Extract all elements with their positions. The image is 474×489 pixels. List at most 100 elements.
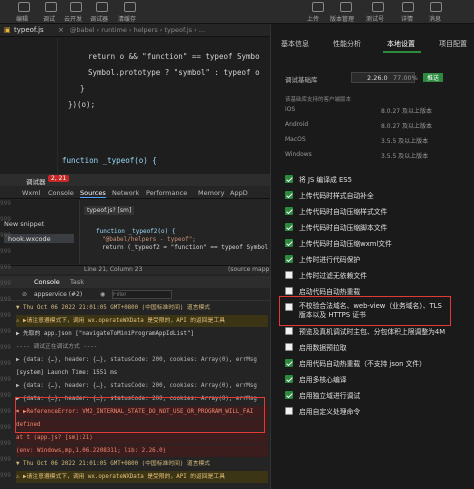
push-button[interactable]: 推送 (423, 73, 444, 82)
tab-project-config[interactable]: 项目配置 (439, 39, 467, 49)
tab-network[interactable]: Network (112, 189, 139, 197)
upload-icon[interactable] (312, 2, 324, 12)
option-checkbox[interactable] (285, 271, 293, 279)
version-icon[interactable] (340, 2, 352, 12)
option-checkbox[interactable] (285, 191, 293, 199)
option-checkbox[interactable] (285, 391, 293, 399)
test-icon[interactable] (372, 2, 384, 12)
option-label[interactable]: 启动代码自动热重载 (299, 286, 360, 296)
eye-icon[interactable]: ◉ (100, 291, 105, 298)
option-checkbox[interactable] (285, 239, 293, 247)
tab-performance-analysis[interactable]: 性能分析 (333, 39, 361, 49)
gutter-number: 999 (0, 456, 11, 463)
option-checkbox[interactable] (285, 359, 293, 367)
gutter-number: 999 (0, 440, 11, 447)
option-label[interactable]: 上传代码时自动压缩样式文件 (299, 206, 387, 216)
option-label[interactable]: 上传时进行代码保护 (299, 254, 360, 264)
filter-input[interactable] (112, 290, 172, 299)
tab-performance[interactable]: Performance (146, 189, 187, 197)
platform-name: Windows (285, 151, 312, 158)
tab-basic-info[interactable]: 基本信息 (281, 39, 309, 49)
option-checkbox[interactable] (285, 343, 293, 351)
option-label[interactable]: 将 JS 编译成 ES5 (299, 174, 352, 184)
toolbar-edit-label[interactable]: 编辑 (16, 14, 28, 23)
tab-memory[interactable]: Memory (198, 189, 224, 197)
toolbar-details-label[interactable]: 详情 (401, 14, 413, 23)
toolbar-debugger-label[interactable]: 调试器 (90, 14, 108, 23)
explorer-strip (0, 38, 58, 174)
cursor-position: Line 21, Column 23 (84, 266, 143, 273)
toolbar-message-label[interactable]: 消息 (429, 14, 441, 23)
option-label[interactable]: 预览及真机调试时主包、分包体积上限调整为4M (299, 326, 445, 336)
lib-version[interactable]: 2.26.0 (367, 74, 388, 82)
context-select[interactable]: appservice (#2) (34, 291, 82, 298)
option-checkbox[interactable] (285, 175, 293, 183)
tab-console[interactable]: Console (48, 189, 74, 197)
option-label[interactable]: 启用自定义处理命令 (299, 406, 360, 416)
sources-open-tab[interactable]: typeof.js? [sm] (84, 206, 135, 215)
source-line: function _typeof2(o) { (96, 228, 176, 235)
toolbar-test-label[interactable]: 测试号 (366, 14, 384, 23)
gutter-number: 999 (0, 424, 11, 431)
toolbar-upload-label[interactable]: 上传 (307, 14, 319, 23)
toolbar-version-label[interactable]: 版本管理 (330, 14, 354, 23)
line-gutter: 999 999 999 999 999 999 999 999 999 999 999 999 999 9… (0, 200, 14, 489)
toolbar-cloud-label[interactable]: 云开发 (64, 14, 82, 23)
message-icon[interactable] (430, 2, 442, 12)
toolbar-debug-label[interactable]: 调试 (43, 14, 55, 23)
option-checkbox[interactable] (285, 327, 293, 335)
option-label[interactable]: 上传代码时自动压缩wxml文件 (299, 238, 392, 248)
console-line: ⚠ ▶请注意遵模式下，调用 wx.operateWXData 是受限的，API … (16, 315, 268, 327)
option-label[interactable]: 启用独立域进行调试 (299, 390, 360, 400)
option-checkbox[interactable] (285, 375, 293, 383)
clear-console-icon[interactable]: ⊘ (22, 291, 27, 298)
option-checkbox[interactable] (285, 255, 293, 263)
option-label[interactable]: 启用代码自动热重载（不支持 json 文件） (299, 358, 426, 368)
option-checkbox[interactable] (285, 223, 293, 231)
platform-name: Android (285, 121, 309, 128)
debug-icon[interactable] (45, 2, 57, 12)
option-checkbox[interactable] (285, 407, 293, 415)
gutter-number: 999 (0, 328, 11, 335)
editor-tab-typeof[interactable]: typeof.js (14, 26, 44, 34)
file-name[interactable]: hook.wxcode (8, 235, 51, 243)
settings-panel: 基本信息 性能分析 本地设置 项目配置 调试基础库 2.26.0 77.00% … (270, 24, 474, 489)
tab-sources[interactable]: Sources (80, 189, 106, 198)
support-title: 该基础库支持的客户端版本 (285, 97, 352, 103)
close-icon[interactable]: × (58, 26, 64, 34)
tab-appdata[interactable]: AppD (230, 189, 248, 197)
tab-local-settings[interactable]: 本地设置 (387, 39, 415, 49)
option-label[interactable]: 上传时过滤无依赖文件 (299, 270, 367, 280)
source-map-status: (source mapp (228, 266, 270, 273)
source-line: "@babel/helpers - typeof"; (102, 236, 196, 243)
toolbar-clear-cache-label[interactable]: 清缓存 (118, 14, 136, 23)
drawer-tab-task[interactable]: Task (70, 278, 84, 286)
cloud-icon[interactable] (70, 2, 82, 12)
platform-list: iOS 8.0.27 及以上版本 Android 8.0.27 及以上版本 MacOS 3… (271, 106, 474, 166)
drawer-tab-console[interactable]: Console (34, 278, 60, 286)
console-line: ▼ Thu Oct 06 2022 21:01:05 GMT+0800 (中国标… (16, 461, 211, 467)
option-label[interactable]: 上传代码时样式自动补全 (299, 190, 374, 200)
option-label[interactable]: 启用多核心编译 (299, 374, 347, 384)
source-line: return (_typeof2 = "function" == typeof … (102, 244, 268, 251)
lib-percent: 77.00% (393, 74, 418, 82)
gutter-number: 999 (0, 376, 11, 383)
details-icon[interactable] (402, 2, 414, 12)
option-label[interactable]: 上传代码时自动压缩脚本文件 (299, 222, 387, 232)
option-checkbox[interactable] (285, 207, 293, 215)
gutter-number: 999 (0, 296, 11, 303)
edit-icon[interactable] (18, 2, 30, 12)
code-line: return o && "function" == typeof Symbo (88, 52, 260, 61)
console-line: ▶ 先取的 app.json ["navigateToMiniProgramAp… (16, 331, 194, 337)
clear-cache-icon[interactable] (124, 2, 136, 12)
breadcrumb: @babel › runtime › helpers › typeof.js ›… (70, 26, 205, 34)
option-label[interactable]: 启用数据预拉取 (299, 342, 347, 352)
code-line: })(o); (68, 100, 96, 109)
gutter-number: 999 (0, 312, 11, 319)
console-line: [system] Launch Time: 1551 ms (16, 370, 118, 376)
tab-wxml[interactable]: Wxml (22, 189, 40, 197)
debugger-icon[interactable] (96, 2, 108, 12)
code-line: } (80, 84, 85, 93)
option-checkbox[interactable] (285, 287, 293, 295)
domain-check-highlight (279, 296, 451, 326)
